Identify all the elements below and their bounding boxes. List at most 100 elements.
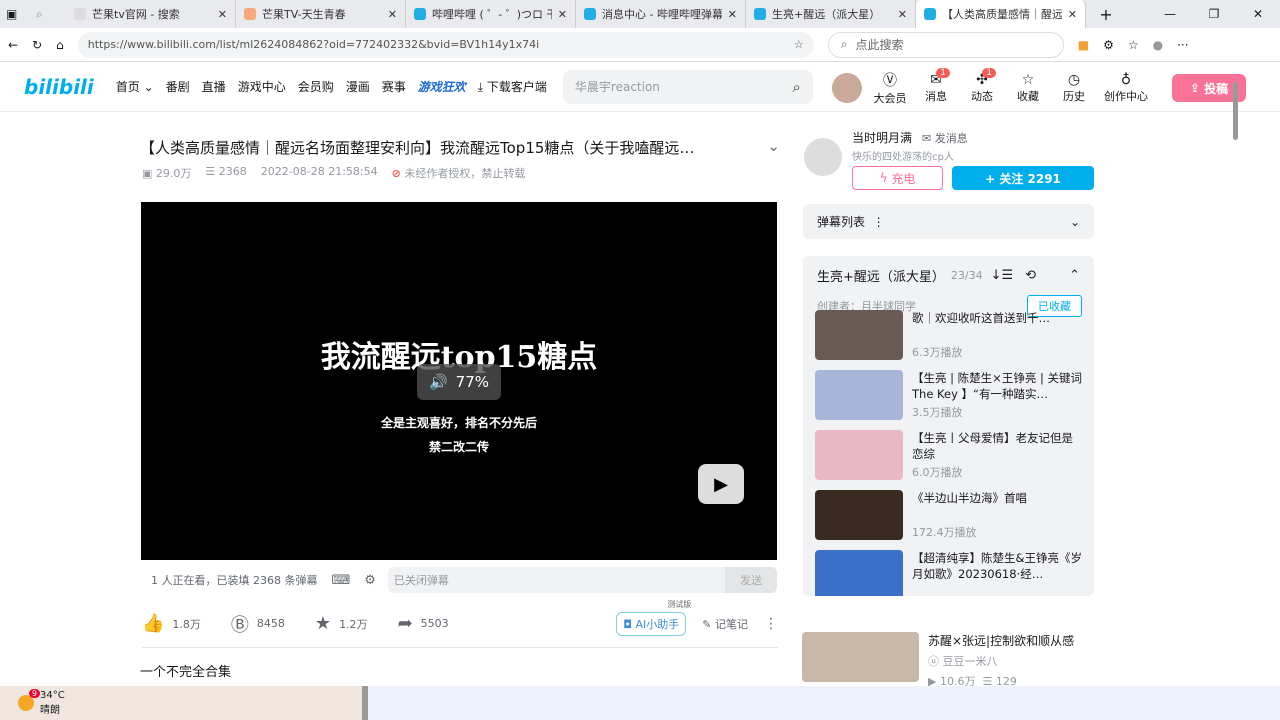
- expand-chevron-icon[interactable]: ⌄: [767, 137, 780, 158]
- close-icon[interactable]: ✕: [898, 8, 907, 21]
- taskbar-window-preview: [362, 686, 1280, 720]
- close-icon[interactable]: ✕: [388, 8, 397, 21]
- charge-button[interactable]: ϟ 充电: [852, 166, 943, 190]
- collection-item-plays: 6.0万播放: [912, 466, 963, 479]
- chevron-up-icon[interactable]: ⌃: [1069, 268, 1080, 283]
- danmaku-list-toggle[interactable]: 弹幕列表 ⋮ ⌄: [803, 204, 1094, 239]
- close-icon[interactable]: ✕: [728, 8, 737, 21]
- ai-assistant-button[interactable]: 测试版 ◘ AI小助手: [616, 600, 691, 636]
- collection-item-title: 《半边山半边海》首唱: [912, 491, 1027, 505]
- collection-item[interactable]: 歌｜欢迎收听这首送到千… 6.3万播放: [803, 310, 1094, 370]
- uploader-name[interactable]: 当时明月满: [852, 131, 912, 145]
- share-button[interactable]: ➦ 5503: [398, 613, 449, 634]
- favorites-icon[interactable]: ☆: [1128, 38, 1139, 52]
- refresh-icon[interactable]: ↻: [32, 38, 42, 52]
- close-icon[interactable]: ✕: [1068, 8, 1077, 21]
- close-icon[interactable]: ✕: [558, 8, 567, 21]
- danmaku-settings-icon[interactable]: ⚙: [364, 573, 376, 588]
- tab-search-icon[interactable]: ⌕: [36, 7, 66, 22]
- bilibili-logo[interactable]: bilibili: [24, 75, 94, 99]
- browser-search-input[interactable]: ⌕ 点此搜索: [827, 31, 1064, 58]
- game-event-badge[interactable]: 游戏狂欢: [418, 78, 466, 95]
- browser-tab[interactable]: 芒果TV-天生青春 ✕: [236, 0, 406, 28]
- danmaku-input[interactable]: 已关闭弹幕 发送: [387, 567, 777, 593]
- search-icon[interactable]: ⌕: [793, 78, 801, 96]
- follow-button[interactable]: + 关注 2291: [952, 166, 1094, 190]
- collection-item-plays: 3.5万播放: [912, 406, 963, 419]
- header-vip[interactable]: Ⓥ 大会员: [872, 70, 908, 106]
- url-input[interactable]: https://www.bilibili.com/list/ml26240848…: [77, 31, 814, 58]
- minimize-icon[interactable]: —: [1148, 7, 1192, 21]
- collection-item[interactable]: 【生亮丨父母爱情】老友记但是恋综 6.0万播放: [803, 430, 1094, 490]
- browser-tab[interactable]: 消息中心 - 哔哩哔哩弹幕视 ✕: [576, 0, 746, 28]
- favorite-button[interactable]: ★ 1.2万: [315, 613, 368, 634]
- video-thumbnail[interactable]: [815, 490, 903, 540]
- header-dynamics[interactable]: ✣ 1 动态: [964, 68, 1000, 104]
- close-icon[interactable]: ✕: [218, 8, 227, 21]
- nav-item[interactable]: 游戏中心: [238, 78, 286, 95]
- home-icon[interactable]: ⌂: [56, 38, 64, 52]
- star-icon: ☆: [1021, 72, 1035, 88]
- header-creator[interactable]: ♁ 创作中心: [1102, 72, 1150, 104]
- new-tab-icon[interactable]: +: [1086, 5, 1126, 24]
- site-search-input[interactable]: 华晨宇reaction ⌕: [562, 69, 813, 104]
- back-icon[interactable]: ←: [8, 38, 18, 52]
- maximize-icon[interactable]: ❐: [1192, 7, 1236, 21]
- upload-icon: ⇪: [1189, 81, 1205, 95]
- more-icon[interactable]: ···: [1177, 38, 1188, 52]
- send-button[interactable]: 发送: [725, 567, 777, 593]
- recommended-video[interactable]: 苏醒×张远|控制欲和顺从感 ⓤ 豆豆一米八 ▶ 10.6万 ☰ 129: [802, 632, 1074, 689]
- nav-item[interactable]: 直播: [202, 78, 226, 95]
- clock-icon: ◷: [1067, 72, 1081, 88]
- header-history[interactable]: ◷ 历史: [1056, 72, 1092, 104]
- video-thumbnail[interactable]: [815, 550, 903, 596]
- header-favorites[interactable]: ☆ 收藏: [1010, 72, 1046, 104]
- robot-icon: ◘: [623, 617, 632, 631]
- danmaku-toggle-icon[interactable]: ⌨: [331, 573, 350, 588]
- user-avatar[interactable]: [832, 73, 862, 103]
- extension-icon[interactable]: ■: [1078, 38, 1089, 52]
- weather-widget[interactable]: 9 34°C 晴朗: [18, 689, 65, 716]
- tab-actions-icon[interactable]: ▣: [6, 7, 36, 21]
- video-thumbnail[interactable]: [815, 430, 903, 480]
- collection-item[interactable]: 《半边山半边海》首唱 172.4万播放: [803, 490, 1094, 550]
- nav-home[interactable]: 首页 ⌄: [116, 78, 154, 95]
- collection-item[interactable]: 【超清纯享】陈楚生&王铮亮《岁月如歌》20230618·经…: [803, 550, 1094, 596]
- download-client[interactable]: ⤓ 下载客户端: [478, 78, 547, 95]
- bilibili-tv-play-icon[interactable]: ▶: [698, 464, 744, 504]
- nav-item[interactable]: 赛事: [382, 78, 406, 95]
- main-nav: 首页 ⌄ 番剧 直播 游戏中心 会员购 漫画 赛事 游戏狂欢 ⤓ 下载客户端: [116, 78, 547, 95]
- browser-tab-active[interactable]: 【人类高质量感情｜醒远名 ✕: [916, 0, 1086, 28]
- extensions-icon[interactable]: ⚙: [1103, 38, 1114, 52]
- nav-item[interactable]: 漫画: [346, 78, 370, 95]
- browser-tab[interactable]: 芒果tv官网 - 搜索 ✕: [66, 0, 236, 28]
- nav-item[interactable]: 会员购: [298, 78, 334, 95]
- video-actions: 👍 1.8万 Ⓑ 8458 ★ 1.2万 ➦ 5503 测试版 ◘ AI小助手 ✎ 记笔记…: [142, 600, 778, 648]
- more-icon[interactable]: ⋮: [764, 616, 778, 632]
- page-scrollbar[interactable]: [1232, 70, 1240, 680]
- browser-tab[interactable]: 哔哩哔哩 ( ゜- ゜)つロ 干杯✕: [406, 0, 576, 28]
- favorite-star-icon[interactable]: ☆: [794, 38, 804, 51]
- browser-tab[interactable]: 生亮+醒远（派大星） ✕: [746, 0, 916, 28]
- more-icon[interactable]: ⋮: [873, 215, 885, 229]
- window-close-icon[interactable]: ✕: [1236, 7, 1280, 21]
- header-messages[interactable]: ✉ 1 消息: [918, 68, 954, 104]
- coin-button[interactable]: Ⓑ 8458: [231, 611, 285, 637]
- collection-item[interactable]: 【生亮 | 陈楚生×王铮亮 | 关键词 The Key 】“有一种踏实… 3.5万…: [803, 370, 1094, 430]
- note-button[interactable]: ✎ 记笔记: [702, 616, 748, 632]
- video-thumbnail[interactable]: [815, 310, 903, 360]
- profile-icon[interactable]: ●: [1153, 38, 1163, 52]
- video-thumbnail[interactable]: [815, 370, 903, 420]
- uploader-avatar[interactable]: [804, 138, 842, 176]
- share-icon: ➦: [397, 613, 413, 634]
- video-player[interactable]: 我流醒远top15糖点 🔊 77% 全是主观喜好，排名不分先后 禁二改二传 ▶: [141, 202, 777, 560]
- video-thumbnail[interactable]: [802, 632, 919, 682]
- loop-icon[interactable]: ⟲: [1025, 268, 1036, 283]
- like-button[interactable]: 👍 1.8万: [142, 613, 201, 634]
- collection-item-title: 【生亮丨父母爱情】老友记但是恋综: [912, 431, 1073, 461]
- send-message-link[interactable]: ✉ 发消息: [922, 132, 968, 145]
- collection-item-plays: 6.3万播放: [912, 346, 963, 359]
- sort-icon[interactable]: ↓☰: [991, 268, 1014, 283]
- chevron-down-icon: ⌄: [1069, 214, 1080, 229]
- nav-item[interactable]: 番剧: [166, 78, 190, 95]
